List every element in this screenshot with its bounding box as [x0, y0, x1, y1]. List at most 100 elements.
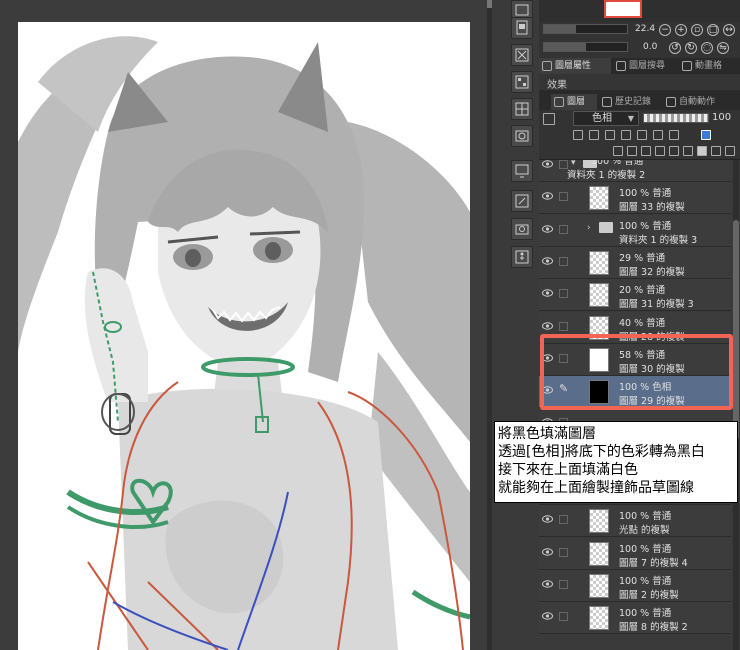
lock-layer-icon[interactable]: [621, 130, 631, 140]
folder-toggle-icon[interactable]: ›: [587, 223, 591, 233]
clip-layer-icon[interactable]: [573, 130, 583, 140]
layer-row[interactable]: 20 % 普通 圖層 31 的複製 3: [539, 279, 731, 312]
layer-row[interactable]: 100 % 普通 光點 的複製: [539, 505, 731, 538]
mask-enable-icon[interactable]: [653, 130, 663, 140]
layer-thumbnail: [589, 250, 609, 275]
zoom-in-button[interactable]: +: [675, 24, 687, 36]
actual-size-icon[interactable]: ▢: [707, 24, 719, 36]
figure-panel-icon[interactable]: [511, 246, 533, 268]
document-icon[interactable]: [511, 17, 533, 39]
lock-transparency-icon[interactable]: [637, 130, 647, 140]
mask-icon[interactable]: [697, 146, 707, 156]
canvas-artwork[interactable]: [18, 22, 470, 650]
fit-view-icon[interactable]: ▫: [691, 24, 703, 36]
layer-lock-checkbox[interactable]: [559, 547, 568, 557]
layer-lock-checkbox[interactable]: [559, 256, 568, 266]
layer-row[interactable]: 100 % 普通 圖層 2 的複製: [539, 569, 731, 602]
clear-layer-icon[interactable]: [711, 146, 721, 156]
opacity-slider[interactable]: [643, 113, 709, 123]
canvas-area[interactable]: [0, 0, 492, 650]
ruler-icon[interactable]: [669, 130, 679, 140]
flip-horizontal-icon[interactable]: ⇋: [717, 42, 729, 54]
eye-icon[interactable]: [542, 289, 553, 297]
layer-options-icon[interactable]: [543, 113, 555, 125]
monitor-panel-icon[interactable]: [511, 160, 533, 182]
eye-icon[interactable]: [542, 321, 553, 330]
reset-rotation-icon[interactable]: ◌: [701, 42, 713, 54]
layer-row[interactable]: › 100 % 普通資料夾 1 的複製 3: [539, 214, 731, 247]
layer-stack-icon: [554, 97, 564, 107]
layer-thumbnail: [589, 541, 609, 566]
blend-row: 色相 ▼ 100: [539, 110, 740, 128]
effect-label: 效果: [547, 80, 567, 91]
pattern-icon[interactable]: [511, 71, 533, 93]
layer-thumbnail: [589, 606, 609, 631]
layer-name: 圖層 32 的複製: [619, 266, 685, 278]
blend-mode-select[interactable]: 色相 ▼: [573, 111, 639, 126]
canvas-vertical-scrollbar[interactable]: [487, 0, 492, 650]
layer-toolbar-top: [539, 128, 740, 142]
eye-icon[interactable]: [542, 257, 553, 265]
layer-row[interactable]: 100 % 普通 圖層 33 的複製: [539, 182, 731, 215]
layer-lock-checkbox[interactable]: [559, 612, 568, 622]
layer-row[interactable]: 29 % 普通 圖層 32 的複製: [539, 246, 731, 279]
eye-icon[interactable]: [542, 192, 553, 200]
eye-icon[interactable]: [542, 612, 553, 620]
tab-history[interactable]: 歷史記錄: [599, 94, 661, 110]
edit-panel-icon[interactable]: [511, 190, 533, 212]
canvas-scroll-thumb[interactable]: [487, 0, 492, 8]
duplicate-icon[interactable]: [683, 146, 693, 156]
camera-panel-icon[interactable]: [511, 218, 533, 240]
layer-toolbar-bottom: [539, 142, 740, 160]
tab-layer-search[interactable]: 圖層搜尋: [613, 58, 677, 74]
layer-name: 資料夾 1 的複製 3: [619, 234, 698, 246]
opacity-value[interactable]: 100: [712, 112, 736, 126]
tab-layer[interactable]: 圖層: [551, 94, 597, 110]
layer-lock-checkbox[interactable]: [559, 515, 568, 525]
tab-animation[interactable]: 動畫格: [679, 58, 740, 74]
layer-list-scrollbar[interactable]: [733, 160, 739, 650]
tab-layer-property[interactable]: 圖層屬性: [539, 58, 611, 74]
layer-scroll-thumb[interactable]: [733, 220, 739, 440]
eye-icon[interactable]: [542, 515, 553, 523]
reference-layer-icon[interactable]: [589, 130, 599, 140]
layer-name: 圖層 8 的複製 2: [619, 622, 688, 634]
material-panel-icon[interactable]: [511, 44, 533, 66]
tab-auto-action[interactable]: 自動動作: [663, 94, 740, 110]
layer-row[interactable]: 100 % 普通 圖層 7 的複製 4: [539, 537, 731, 570]
eye-icon[interactable]: [542, 224, 553, 233]
layer-lock-checkbox[interactable]: [559, 192, 568, 202]
eye-icon[interactable]: [542, 160, 553, 168]
transfer-down-icon[interactable]: [655, 146, 665, 156]
new-folder-icon[interactable]: [641, 146, 651, 156]
draft-layer-icon[interactable]: [605, 130, 615, 140]
layer-lock-checkbox[interactable]: [559, 579, 568, 589]
layer-opacity-mode: 100 % 普通: [619, 220, 672, 232]
rotate-slider[interactable]: [543, 42, 628, 52]
image-panel-icon[interactable]: [511, 125, 533, 147]
reset-zoom-icon[interactable]: ↔: [723, 24, 735, 36]
animation-icon: [682, 61, 692, 71]
layer-row[interactable]: ▾ 100 % 普通 資料夾 1 的複製 2: [539, 160, 731, 182]
navigator-thumbnail[interactable]: [604, 0, 642, 18]
folder-icon: [599, 221, 613, 233]
zoom-out-button[interactable]: −: [659, 24, 671, 36]
layer-lock-checkbox[interactable]: [559, 224, 568, 234]
grid-panel-icon[interactable]: [511, 98, 533, 120]
rotate-right-button[interactable]: ↻: [685, 42, 697, 54]
tutorial-note: 將黑色填滿圖層 透過[色相]將底下的色彩轉為黑白 接下來在上面填滿白色 就能夠在…: [494, 421, 738, 503]
layer-lock-checkbox[interactable]: [559, 321, 568, 331]
layer-color-icon[interactable]: [701, 130, 711, 140]
layer-lock-checkbox[interactable]: [559, 289, 568, 299]
delete-layer-icon[interactable]: [725, 146, 735, 156]
eye-icon[interactable]: [542, 580, 553, 588]
rotate-left-button[interactable]: ↺: [669, 42, 681, 54]
navigator-preview[interactable]: [539, 0, 740, 22]
merge-layer-icon[interactable]: [669, 146, 679, 156]
layer-row[interactable]: 100 % 普通 圖層 8 的複製 2: [539, 602, 731, 635]
note-line-3: 接下來在上面填滿白色: [498, 462, 638, 478]
eye-icon[interactable]: [542, 547, 553, 556]
zoom-slider[interactable]: [543, 24, 628, 34]
new-vector-layer-icon[interactable]: [627, 146, 637, 156]
new-raster-layer-icon[interactable]: [613, 146, 623, 156]
